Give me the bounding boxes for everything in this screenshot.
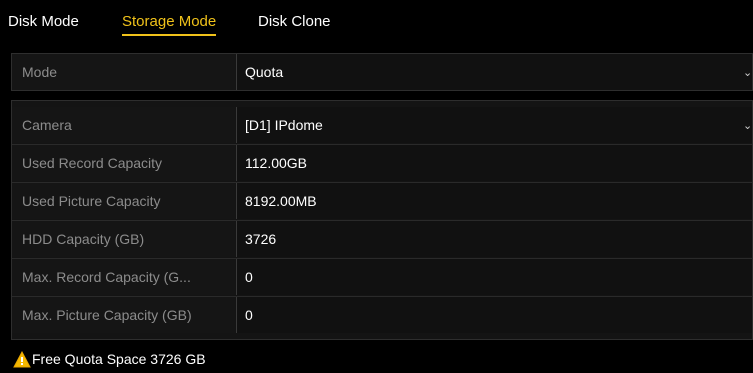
mode-panel: Mode Quota ⌄ bbox=[11, 53, 753, 91]
hdd-capacity-row: HDD Capacity (GB) 3726 bbox=[12, 221, 752, 257]
max-picture-label: Max. Picture Capacity (GB) bbox=[12, 297, 235, 333]
tab-bar: Disk Mode Storage Mode Disk Clone bbox=[0, 0, 753, 44]
warning-icon bbox=[13, 350, 31, 368]
used-picture-value: 8192.00MB bbox=[236, 183, 752, 219]
used-picture-label: Used Picture Capacity bbox=[12, 183, 235, 219]
camera-select[interactable]: [D1] IPdome ⌄ bbox=[236, 107, 752, 143]
camera-value: [D1] IPdome bbox=[245, 117, 323, 133]
max-picture-row: Max. Picture Capacity (GB) 0 bbox=[12, 297, 752, 333]
max-record-label: Max. Record Capacity (G... bbox=[12, 259, 235, 295]
mode-select[interactable]: Quota ⌄ bbox=[236, 54, 752, 90]
tab-disk-mode[interactable]: Disk Mode bbox=[8, 13, 79, 31]
max-picture-input[interactable]: 0 bbox=[236, 297, 752, 333]
mode-label: Mode bbox=[12, 54, 235, 90]
tab-disk-clone[interactable]: Disk Clone bbox=[258, 13, 331, 31]
chevron-down-icon: ⌄ bbox=[743, 120, 753, 132]
max-record-row: Max. Record Capacity (G... 0 bbox=[12, 259, 752, 295]
warning-text: Free Quota Space 3726 GB bbox=[32, 351, 206, 367]
used-picture-row: Used Picture Capacity 8192.00MB bbox=[12, 183, 752, 219]
mode-row: Mode Quota ⌄ bbox=[12, 54, 752, 90]
used-record-label: Used Record Capacity bbox=[12, 145, 235, 181]
camera-label: Camera bbox=[12, 107, 235, 143]
camera-row: Camera [D1] IPdome ⌄ bbox=[12, 107, 752, 143]
hdd-capacity-label: HDD Capacity (GB) bbox=[12, 221, 235, 257]
quota-panel: Camera [D1] IPdome ⌄ Used Record Capacit… bbox=[11, 100, 753, 340]
hdd-capacity-value: 3726 bbox=[236, 221, 752, 257]
chevron-down-icon: ⌄ bbox=[743, 67, 753, 79]
max-record-input[interactable]: 0 bbox=[236, 259, 752, 295]
free-quota-warning: Free Quota Space 3726 GB bbox=[13, 350, 206, 369]
used-record-value: 112.00GB bbox=[236, 145, 752, 181]
mode-value: Quota bbox=[245, 64, 284, 80]
used-record-row: Used Record Capacity 112.00GB bbox=[12, 145, 752, 181]
tab-storage-mode[interactable]: Storage Mode bbox=[122, 13, 217, 36]
